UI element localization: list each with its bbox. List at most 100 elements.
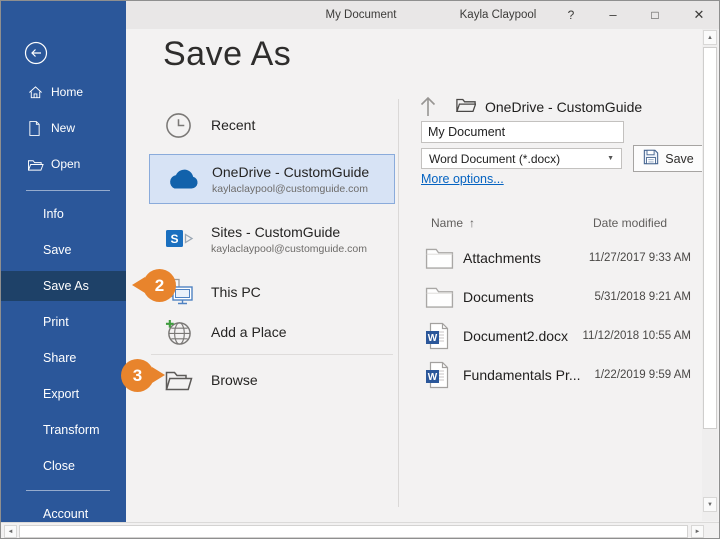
sidebar-item-label: Export xyxy=(43,387,79,401)
onedrive-icon xyxy=(166,168,212,190)
file-type-dropdown[interactable]: Word Document (*.docx) ▼ xyxy=(421,148,622,169)
file-name: Document2.docx xyxy=(463,328,583,344)
file-name: Documents xyxy=(463,289,594,305)
file-date-modified: 11/27/2017 9:33 AM xyxy=(589,252,691,264)
sidebar-item-share[interactable]: Share xyxy=(1,343,126,373)
file-name: Attachments xyxy=(463,250,589,266)
up-arrow-icon xyxy=(417,105,439,122)
sidebar-item-info[interactable]: Info xyxy=(1,199,126,229)
open-folder-icon xyxy=(28,158,51,171)
place-onedrive[interactable]: OneDrive - CustomGuide kaylaclaypool@cus… xyxy=(149,154,395,204)
file-date-modified: 11/12/2018 10:55 AM xyxy=(583,330,692,342)
place-label: Sites - CustomGuide xyxy=(211,224,367,240)
sidebar-item-new[interactable]: New xyxy=(1,116,126,140)
minimize-button[interactable]: – xyxy=(598,1,628,29)
add-place-globe-icon xyxy=(165,319,211,346)
page-title: Save As xyxy=(163,35,291,74)
file-type-value: Word Document (*.docx) xyxy=(429,152,560,166)
save-floppy-icon xyxy=(643,149,659,168)
place-label: Recent xyxy=(211,117,255,133)
place-label: OneDrive - CustomGuide xyxy=(212,164,369,180)
sidebar-item-label: Print xyxy=(43,315,69,329)
sort-ascending-icon: ↑ xyxy=(469,216,475,230)
sidebar-item-label: Info xyxy=(43,207,64,221)
backstage-sidebar: Home New Open Info Save Save As Print Sh… xyxy=(1,1,126,522)
chevron-down-icon: ▼ xyxy=(607,155,614,162)
place-sublabel: kaylaclaypool@customguide.com xyxy=(212,183,369,195)
place-recent[interactable]: Recent xyxy=(149,104,395,146)
callout-badge-2: 2 xyxy=(143,269,176,302)
filename-input[interactable] xyxy=(421,121,624,143)
place-browse[interactable]: Browse xyxy=(149,359,395,401)
svg-text:S: S xyxy=(170,232,178,246)
svg-text:W: W xyxy=(428,333,438,344)
back-arrow-icon xyxy=(24,52,48,69)
back-button[interactable] xyxy=(24,41,48,65)
places-divider xyxy=(151,354,393,355)
place-sublabel: kaylaclaypool@customguide.com xyxy=(211,243,367,255)
sidebar-item-home[interactable]: Home xyxy=(1,80,126,104)
sidebar-item-label: Save As xyxy=(43,279,89,293)
sidebar-item-label: Account xyxy=(43,507,88,521)
up-one-level-button[interactable] xyxy=(417,94,443,120)
sharepoint-icon: S xyxy=(165,226,211,252)
sidebar-divider xyxy=(26,190,110,191)
browse-folder-icon xyxy=(165,369,211,391)
file-row-fundamentals[interactable]: W Fundamentals Pr... 1/22/2019 9:59 AM xyxy=(425,357,691,393)
file-date-modified: 5/31/2018 9:21 AM xyxy=(594,291,691,303)
maximize-button[interactable]: □ xyxy=(640,1,670,29)
place-add-a-place[interactable]: Add a Place xyxy=(149,311,395,353)
scroll-down-icon: ▼ xyxy=(707,502,713,508)
vertical-scrollbar-thumb[interactable] xyxy=(703,47,717,429)
sidebar-item-label: Share xyxy=(43,351,76,365)
sidebar-divider xyxy=(26,490,110,491)
sidebar-item-label: Save xyxy=(43,243,72,257)
save-button[interactable]: Save xyxy=(633,145,704,172)
column-header-date-modified[interactable]: Date modified xyxy=(593,216,667,230)
scroll-up-button[interactable]: ▲ xyxy=(703,30,717,45)
word-document-icon: W xyxy=(425,322,463,350)
help-button[interactable]: ? xyxy=(556,1,586,29)
place-label: Add a Place xyxy=(211,324,287,340)
home-icon xyxy=(28,85,51,100)
place-this-pc[interactable]: This PC xyxy=(149,271,395,313)
sidebar-item-label: Close xyxy=(43,459,75,473)
callout-number: 3 xyxy=(133,366,142,386)
vertical-scrollbar: ▲ ▼ xyxy=(702,29,718,521)
word-backstage-window: My Document Kayla Claypool ? – □ ✕ Home … xyxy=(0,0,720,539)
sidebar-item-save-as[interactable]: Save As xyxy=(1,271,126,301)
user-name[interactable]: Kayla Claypool xyxy=(443,1,553,29)
column-name-label: Name xyxy=(431,216,463,230)
sidebar-item-print[interactable]: Print xyxy=(1,307,126,337)
place-sites[interactable]: S Sites - CustomGuide kaylaclaypool@cust… xyxy=(149,214,395,264)
file-row-documents[interactable]: Documents 5/31/2018 9:21 AM xyxy=(425,279,691,315)
sidebar-item-export[interactable]: Export xyxy=(1,379,126,409)
column-header-name[interactable]: Name ↑ xyxy=(431,216,475,230)
new-document-icon xyxy=(28,121,51,136)
place-label: Browse xyxy=(211,372,258,388)
more-options-link[interactable]: More options... xyxy=(421,172,504,186)
sidebar-item-label: New xyxy=(51,121,75,135)
file-name: Fundamentals Pr... xyxy=(463,367,594,383)
scroll-down-button[interactable]: ▼ xyxy=(703,497,717,512)
callout-badge-3: 3 xyxy=(121,359,154,392)
sidebar-item-transform[interactable]: Transform xyxy=(1,415,126,445)
scroll-left-button[interactable]: ◄ xyxy=(4,525,17,538)
horizontal-scrollbar: ◄ ► xyxy=(1,522,720,539)
sidebar-item-save[interactable]: Save xyxy=(1,235,126,265)
close-button[interactable]: ✕ xyxy=(683,1,715,29)
scroll-left-icon: ◄ xyxy=(8,529,14,535)
place-label: This PC xyxy=(211,284,261,300)
file-date-modified: 1/22/2019 9:59 AM xyxy=(594,369,691,381)
scroll-right-button[interactable]: ► xyxy=(691,525,704,538)
sidebar-item-label: Transform xyxy=(43,423,100,437)
sidebar-item-label: Home xyxy=(51,85,83,99)
file-row-attachments[interactable]: Attachments 11/27/2017 9:33 AM xyxy=(425,240,691,276)
save-button-label: Save xyxy=(665,152,694,166)
file-row-document2[interactable]: W Document2.docx 11/12/2018 10:55 AM xyxy=(425,318,691,354)
sidebar-item-close[interactable]: Close xyxy=(1,451,126,481)
document-title: My Document xyxy=(281,1,441,29)
titlebar: My Document Kayla Claypool ? – □ ✕ xyxy=(126,1,719,29)
horizontal-scrollbar-thumb[interactable] xyxy=(19,525,688,538)
sidebar-item-open[interactable]: Open xyxy=(1,152,126,176)
